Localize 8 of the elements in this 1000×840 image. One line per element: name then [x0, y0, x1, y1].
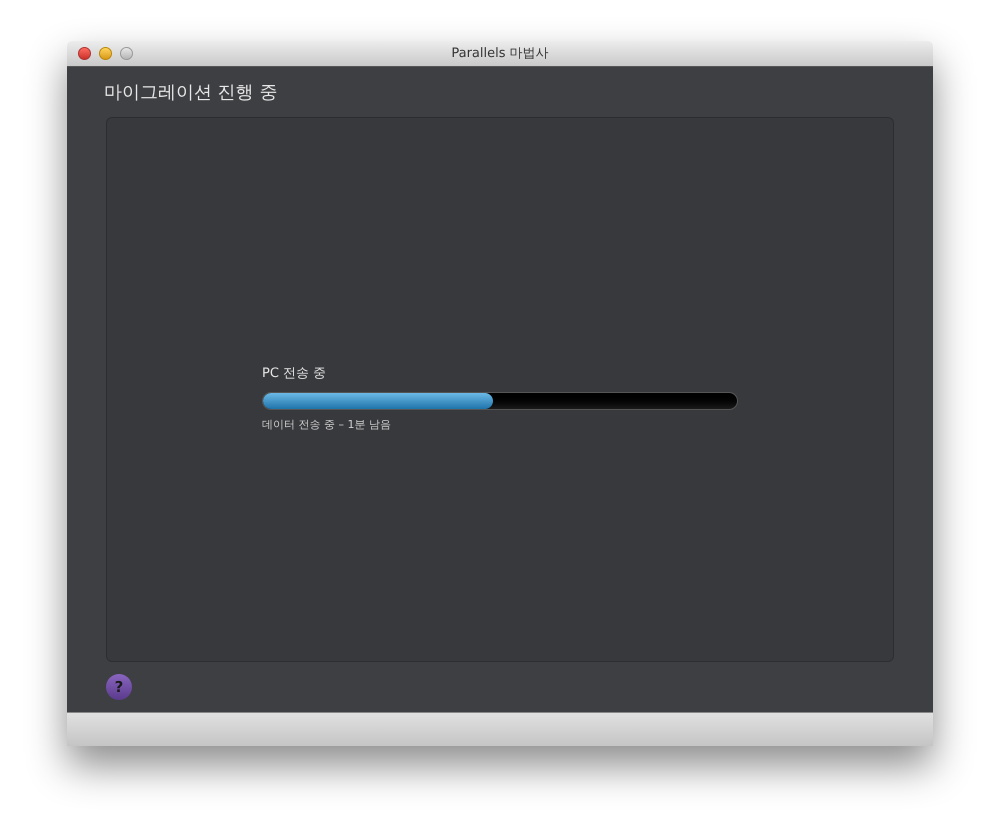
progress-status: 데이터 전송 중 – 1분 남음: [262, 416, 392, 432]
close-button[interactable]: [78, 47, 91, 60]
progress-label: PC 전송 중: [262, 365, 328, 383]
help-button[interactable]: ?: [106, 674, 132, 700]
page-heading: 마이그레이션 진행 중: [104, 80, 278, 104]
zoom-button[interactable]: [120, 47, 133, 60]
minimize-button[interactable]: [99, 47, 112, 60]
window-title: Parallels 마법사: [451, 44, 549, 63]
